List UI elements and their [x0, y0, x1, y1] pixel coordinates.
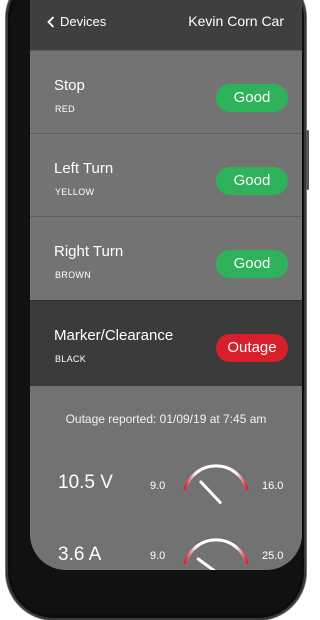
side-button — [306, 130, 309, 190]
wire-color: BLACK — [55, 354, 87, 364]
gauge-arc — [183, 464, 249, 491]
wire-color: BROWN — [55, 270, 91, 280]
chevron-left-icon — [47, 15, 55, 28]
status-badge: Good — [216, 84, 288, 112]
light-row-stop[interactable]: Stop RED Good — [30, 50, 302, 133]
voltage-max: 16.0 — [262, 480, 284, 492]
voltage-gauge-icon — [183, 464, 249, 504]
status-badge: Good — [216, 167, 288, 195]
status-badge: Outage — [216, 334, 288, 362]
outage-report-text: Outage reported: 01/09/19 at 7:45 am — [65, 412, 267, 426]
light-name: Left Turn — [54, 160, 114, 177]
app-screen: Devices Kevin Corn Car Stop RED Good Lef… — [30, 0, 302, 570]
current-max: 25.0 — [262, 550, 284, 562]
gauge-arc — [183, 538, 249, 565]
current-min: 9.0 — [150, 550, 166, 562]
wire-color: RED — [55, 104, 75, 114]
current-meter: 3.6 A 9.0 25.0 — [30, 522, 302, 570]
wire-color: YELLOW — [55, 187, 95, 197]
gauge-needle — [199, 480, 222, 504]
status-badge: Good — [216, 250, 288, 278]
light-row-left-turn[interactable]: Left Turn YELLOW Good — [30, 133, 302, 216]
nav-header: Devices Kevin Corn Car — [30, 0, 302, 50]
phone-frame: Devices Kevin Corn Car Stop RED Good Lef… — [6, 0, 309, 620]
light-name: Stop — [54, 77, 85, 94]
light-row-right-turn[interactable]: Right Turn BROWN Good — [30, 216, 302, 299]
voltage-meter: 10.5 V 9.0 16.0 — [30, 446, 302, 516]
back-label: Devices — [60, 14, 107, 29]
light-name: Marker/Clearance — [54, 327, 174, 344]
voltage-min: 9.0 — [150, 480, 166, 492]
page-title: Kevin Corn Car — [188, 13, 284, 29]
current-reading: 3.6 A — [58, 544, 102, 565]
back-button[interactable]: Devices — [46, 14, 106, 29]
light-row-marker-clearance[interactable]: Marker/Clearance BLACK Outage — [30, 300, 302, 387]
current-gauge-icon — [183, 538, 249, 570]
voltage-reading: 10.5 V — [58, 472, 113, 493]
light-name: Right Turn — [54, 243, 124, 260]
diagnostics-panel: Outage reported: 01/09/19 at 7:45 am 10.… — [30, 386, 302, 570]
gauge-needle — [196, 557, 216, 570]
